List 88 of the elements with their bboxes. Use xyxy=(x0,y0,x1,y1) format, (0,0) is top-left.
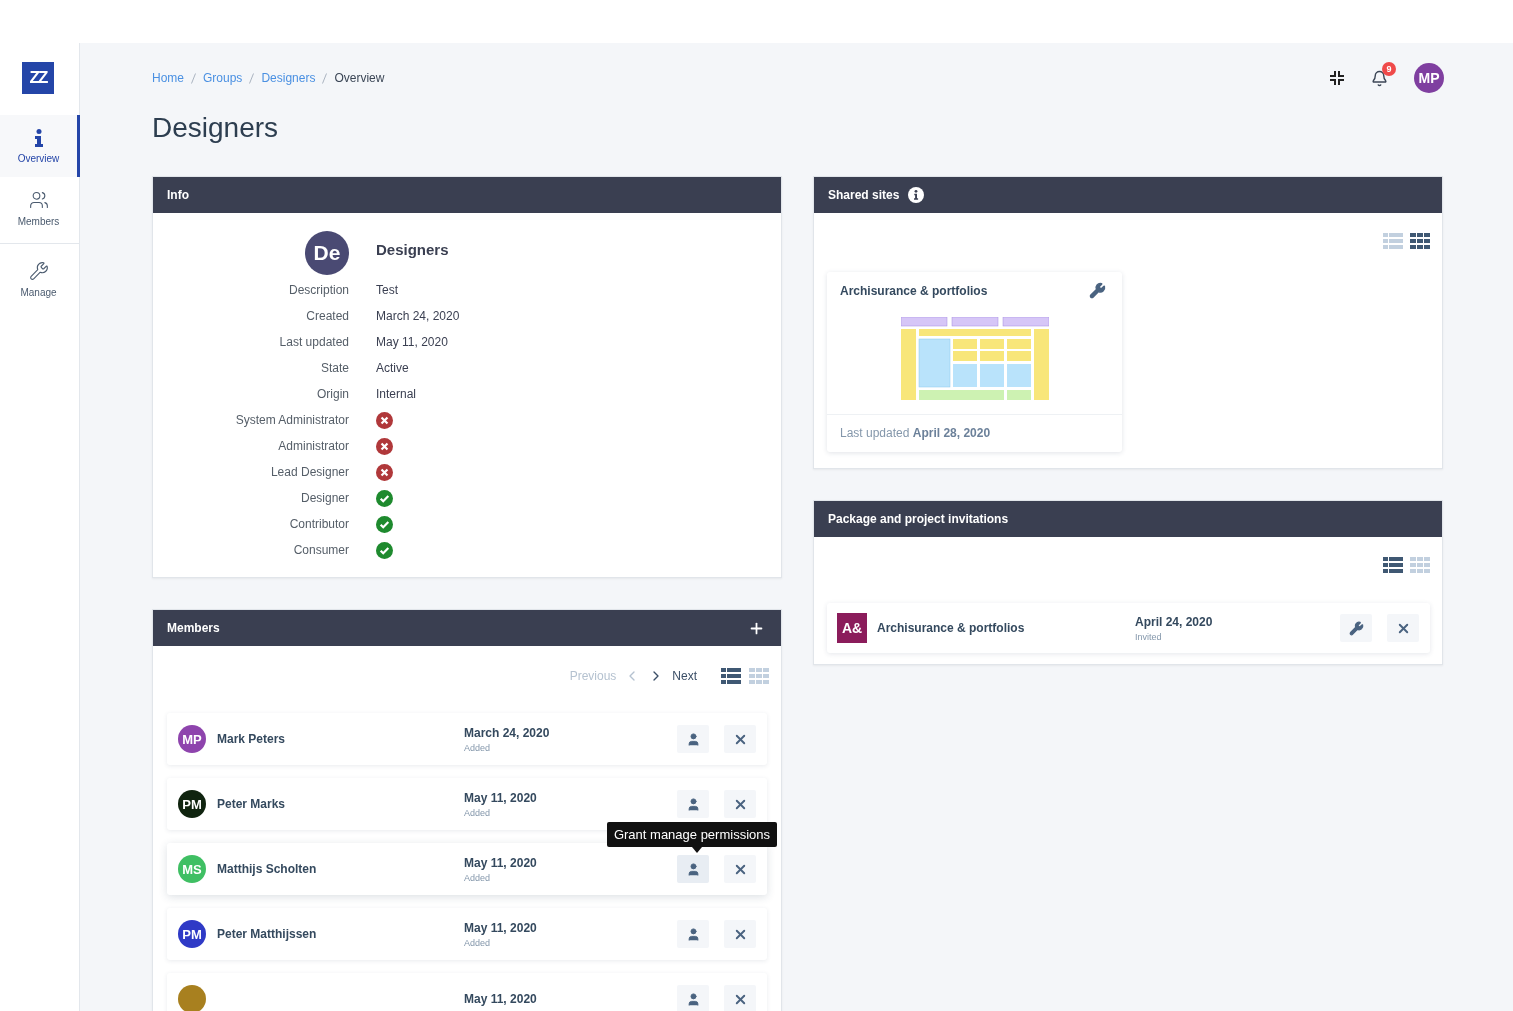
info-icon xyxy=(33,128,44,147)
member-name: Peter Marks xyxy=(217,797,286,811)
invitation-status: Invited xyxy=(1135,631,1163,642)
member-name: Peter Matthijssen xyxy=(217,927,317,941)
sidebar-item[interactable]: Overview xyxy=(0,115,80,177)
member-status: Added xyxy=(464,742,492,753)
card-title: Shared sites xyxy=(828,188,900,202)
card-title: Package and project invitations xyxy=(828,512,1009,526)
role-label: Consumer xyxy=(292,542,349,559)
tooltip-pointer-icon xyxy=(692,847,702,853)
role-label: Designer xyxy=(299,490,349,507)
field-value: May 11, 2020 xyxy=(376,334,449,351)
user-icon xyxy=(685,731,701,747)
permission-button[interactable] xyxy=(677,855,709,883)
member-avatar: MS xyxy=(178,855,206,883)
role-label: Contributor xyxy=(288,516,349,533)
remove-button[interactable] xyxy=(724,790,756,818)
sidebar-item[interactable]: Members xyxy=(0,177,80,239)
member-avatar: PM xyxy=(178,920,206,948)
role-label: Administrator xyxy=(277,438,349,455)
member-date: May 11, 2020 xyxy=(464,920,538,935)
user-icon xyxy=(685,861,701,877)
role-label: System Administrator xyxy=(234,412,349,429)
member-status: Added xyxy=(464,807,492,818)
user-avatar[interactable]: MP xyxy=(1414,63,1444,93)
breadcrumb-link[interactable]: Overview xyxy=(334,71,385,85)
member-name: Mark Peters xyxy=(217,732,286,746)
remove-button[interactable] xyxy=(724,855,756,883)
permission-button[interactable] xyxy=(677,985,709,1011)
member-status: Added xyxy=(464,872,492,883)
info-icon[interactable] xyxy=(908,187,925,203)
field-value: March 24, 2020 xyxy=(376,308,461,325)
member-avatar: PM xyxy=(178,790,206,818)
field-value: Internal xyxy=(376,386,418,403)
user-icon xyxy=(685,926,701,942)
member-date: May 11, 2020 xyxy=(464,855,538,870)
site-card[interactable]: Archisurance & portfolios Last updated April 28, 2020 xyxy=(827,272,1122,452)
field-label: Created xyxy=(305,308,349,325)
list-view-icon[interactable] xyxy=(721,668,741,684)
remove-button[interactable] xyxy=(724,985,756,1011)
site-updated: Last updated April 28, 2020 xyxy=(827,414,1122,452)
settings-button[interactable] xyxy=(1340,614,1372,642)
grid-view-icon[interactable] xyxy=(1410,233,1430,249)
page-title: Designers xyxy=(152,113,280,143)
field-value: Test xyxy=(376,282,399,299)
member-date: May 11, 2020 xyxy=(464,790,538,805)
next-link[interactable]: Next xyxy=(672,669,697,683)
card-title: Info xyxy=(167,188,189,202)
user-icon xyxy=(685,991,701,1007)
wrench-icon[interactable] xyxy=(1089,282,1106,299)
permission-button[interactable] xyxy=(677,725,709,753)
invitation-date: April 24, 2020 xyxy=(1135,614,1214,629)
permission-button[interactable] xyxy=(677,790,709,818)
sidebar-item[interactable]: Manage xyxy=(0,248,80,310)
site-title: Archisurance & portfolios xyxy=(840,283,988,298)
logo[interactable]: ZZ xyxy=(22,62,54,94)
field-value: Active xyxy=(376,360,410,377)
role-label: Lead Designer xyxy=(269,464,349,481)
slash-icon xyxy=(191,72,196,84)
member-date: March 24, 2020 xyxy=(464,725,551,740)
collapse-icon[interactable] xyxy=(1329,70,1345,86)
field-label: Last updated xyxy=(278,334,349,351)
remove-button[interactable] xyxy=(1387,614,1419,642)
field-label: Origin xyxy=(316,386,349,403)
member-status: Added xyxy=(464,937,492,948)
tooltip: Grant manage permissions xyxy=(606,822,777,847)
member-date: May 11, 2020 xyxy=(464,992,538,1006)
member-avatar: MP xyxy=(178,725,206,753)
wrench-icon xyxy=(1348,620,1364,636)
project-name: Archisurance & portfolios xyxy=(877,621,1025,635)
remove-button[interactable] xyxy=(724,725,756,753)
project-avatar: A& xyxy=(837,613,867,643)
remove-button[interactable] xyxy=(724,920,756,948)
slash-icon xyxy=(322,72,328,84)
permission-button[interactable] xyxy=(677,920,709,948)
users-icon xyxy=(28,189,49,210)
field-label: State xyxy=(319,360,349,377)
notification-badge: 9 xyxy=(1382,61,1396,76)
group-name: Designers xyxy=(376,241,450,258)
group-avatar: De xyxy=(305,231,349,275)
member-name: Matthijs Scholten xyxy=(217,862,317,876)
wrench-icon xyxy=(28,260,49,281)
field-label: Description xyxy=(287,282,349,299)
card-title: Members xyxy=(167,621,220,635)
user-icon xyxy=(685,796,701,812)
slash-icon xyxy=(249,72,255,84)
bell-icon[interactable] xyxy=(1371,69,1388,87)
list-view-icon[interactable] xyxy=(1383,557,1403,573)
